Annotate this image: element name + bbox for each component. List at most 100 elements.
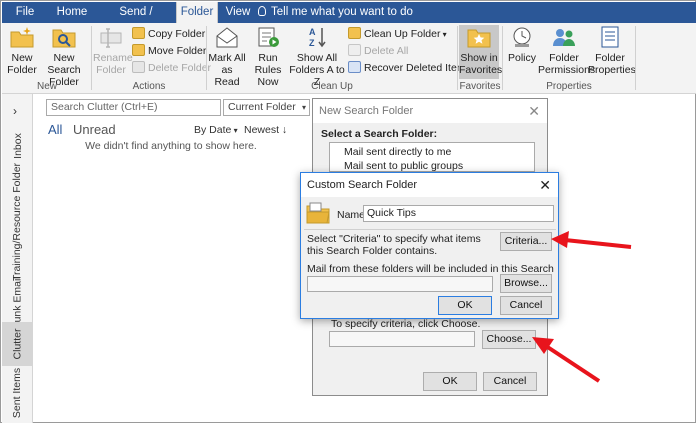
annotation-arrow [551, 231, 632, 249]
empty-list-message: We didn't find anything to show here. [85, 140, 257, 152]
tab-home[interactable]: Home [52, 2, 92, 23]
nav-item-training-resource-folder[interactable]: Training/Resource Folder [2, 163, 33, 281]
folder-nav-collapsed: › Inbox Training/Resource Folder Junk Em… [2, 94, 33, 423]
group-clean-up-label: Clean Up [311, 81, 353, 92]
rename-icon [100, 28, 122, 48]
search-folder-list[interactable]: Mail sent directly to me Mail sent to pu… [329, 142, 535, 172]
cancel-button[interactable]: Cancel [500, 296, 552, 315]
choose-button[interactable]: Choose... [482, 330, 536, 349]
group-properties-label: Properties [546, 81, 592, 92]
sort-by-label: By Date [194, 124, 232, 136]
policy-label: Policy [507, 52, 536, 64]
nav-item-label: Inbox [11, 133, 24, 159]
ok-button[interactable]: OK [438, 296, 492, 315]
search-scope-dropdown[interactable]: Current Folder ▾ [223, 99, 310, 116]
recover-icon [348, 61, 361, 73]
delete-all-label: Delete All [364, 45, 409, 57]
run-rules-icon [258, 27, 279, 47]
tab-file[interactable]: File [10, 2, 40, 23]
group-new-label: New [36, 81, 57, 92]
policy-button[interactable]: Policy [505, 25, 539, 64]
people-icon [553, 29, 575, 46]
search-folder-icon [306, 202, 330, 224]
new-folder-button[interactable]: New Folder [5, 25, 39, 76]
name-field[interactable]: Quick Tips [363, 205, 554, 222]
nav-item-clutter[interactable]: Clutter [2, 322, 33, 366]
new-search-folder-button[interactable]: New Search Folder [40, 25, 88, 88]
delete-all-icon [348, 44, 361, 56]
nav-item-label: Sent Items [11, 367, 24, 419]
criteria-button[interactable]: Criteria... [500, 232, 552, 251]
svg-text:A: A [309, 27, 316, 37]
group-separator [635, 26, 636, 90]
ok-button[interactable]: OK [423, 372, 477, 391]
open-envelope-icon [216, 27, 238, 48]
show-all-folders-button[interactable]: AZ Show All Folders A to Z [289, 25, 345, 88]
nav-item-junk-email[interactable]: Junk Email [2, 276, 33, 327]
policy-clock-icon [513, 27, 531, 47]
cancel-button[interactable]: Cancel [483, 372, 537, 391]
sort-order-label: Newest [244, 124, 280, 136]
delete-folder-label: Delete Folder [148, 62, 212, 74]
nav-item-inbox[interactable]: Inbox [2, 126, 33, 166]
folder-permissions-button[interactable]: Folder Permissions [538, 25, 595, 76]
expand-chevron-icon[interactable]: › [13, 104, 17, 118]
delete-folder-button[interactable]: Delete Folder [132, 60, 211, 76]
criteria-hint: To specify criteria, click Choose. [331, 318, 481, 330]
properties-icon [601, 26, 619, 48]
new-folder-icon [10, 27, 34, 48]
recover-deleted-items-label: Recover Deleted Items [364, 62, 471, 74]
search-folder-icon [52, 29, 76, 48]
group-actions-label: Actions [132, 81, 166, 92]
folder-properties-button[interactable]: Folder Properties [588, 25, 636, 76]
recover-deleted-items-button[interactable]: Recover Deleted Items [348, 60, 471, 76]
filter-unread-tab[interactable]: Unread [73, 122, 116, 137]
close-icon[interactable]: ✕ [528, 99, 540, 123]
rename-folder-label: Rename Folder [93, 52, 133, 76]
nav-item-sent-items[interactable]: Sent Items [2, 368, 33, 418]
clean-up-folder-label: Clean Up Folder [364, 28, 441, 40]
nav-item-label: Training/Resource Folder [11, 162, 24, 282]
svg-text:Z: Z [309, 38, 315, 48]
delete-all-button[interactable]: Delete All [348, 43, 408, 59]
delete-folder-icon [132, 61, 145, 73]
folders-display-field [307, 276, 493, 292]
list-item[interactable]: Mail sent to public groups [344, 160, 463, 171]
down-arrow-icon: ↓ [279, 124, 288, 136]
ribbon: New Folder New Search Folder New Rename … [2, 23, 696, 94]
sort-by-dropdown[interactable]: By Date ▾ [194, 124, 238, 136]
close-icon[interactable]: ✕ [539, 173, 551, 197]
divider [304, 229, 556, 230]
search-scope-label: Current Folder [228, 101, 296, 113]
clean-up-icon [348, 27, 361, 39]
move-folder-button[interactable]: Move Folder [132, 43, 206, 59]
folder-properties-label: Folder Properties [588, 52, 636, 76]
rename-folder-button[interactable]: Rename Folder [93, 25, 133, 76]
criteria-description: Select "Criteria" to specify what items … [307, 233, 481, 257]
tab-send-receive[interactable]: Send / Receive [98, 2, 174, 39]
tab-view[interactable]: View [222, 2, 254, 23]
group-favorites-label: Favorites [459, 81, 501, 92]
show-in-favorites-label: Show in Favorites [459, 52, 503, 76]
list-item[interactable]: Mail sent directly to me [344, 146, 451, 158]
sort-order-toggle[interactable]: Newest ↓ [244, 124, 287, 136]
folder-permissions-label: Folder Permissions [538, 52, 596, 76]
copy-folder-label: Copy Folder [148, 28, 206, 40]
new-folder-label: New Folder [7, 52, 37, 76]
tell-me-box[interactable]: Tell me what you want to do [258, 2, 413, 23]
dialog-title: New Search Folder [313, 99, 547, 123]
run-rules-now-button[interactable]: Run Rules Now [247, 25, 289, 88]
filter-all-tab[interactable]: All [48, 122, 62, 137]
move-folder-icon [132, 44, 145, 56]
clean-up-folder-button[interactable]: Clean Up Folder ▾ [348, 26, 447, 42]
tell-me-label: Tell me what you want to do [271, 6, 413, 18]
chevron-down-icon: ▾ [231, 126, 238, 135]
show-in-favorites-button[interactable]: Show in Favorites [459, 25, 503, 79]
browse-button[interactable]: Browse... [500, 274, 552, 293]
tab-folder[interactable]: Folder [176, 2, 218, 23]
dialog-title: Custom Search Folder [301, 173, 558, 197]
search-input[interactable]: Search Clutter (Ctrl+E) [46, 99, 221, 116]
criteria-display-field [329, 331, 475, 347]
mark-all-as-read-button[interactable]: Mark All as Read [208, 25, 246, 88]
copy-folder-button[interactable]: Copy Folder [132, 26, 205, 42]
